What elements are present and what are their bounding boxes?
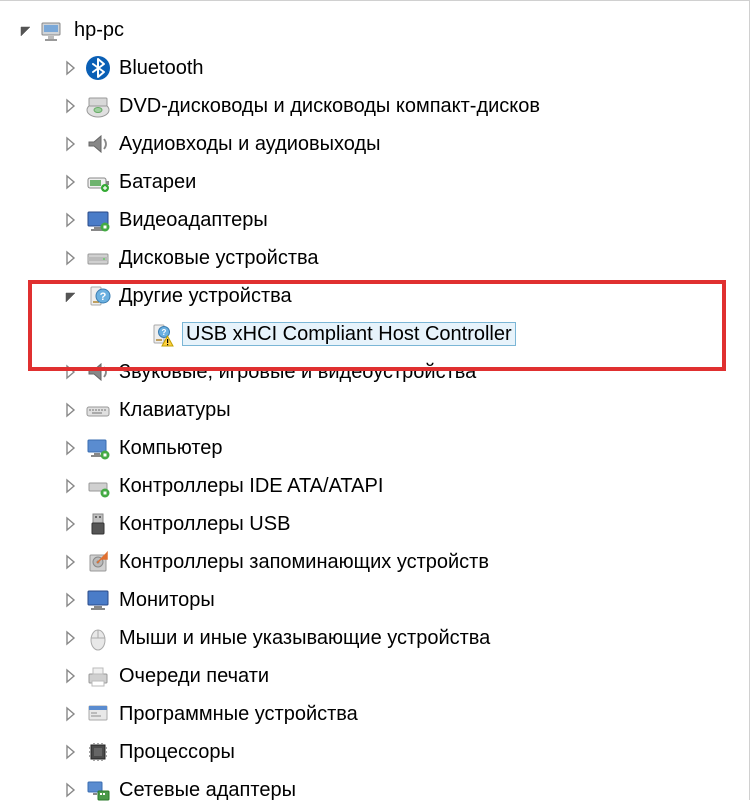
category-network-adapters[interactable]: Сетевые адаптеры [8, 771, 749, 809]
mouse-icon [85, 625, 111, 651]
tree-root-label: hp-pc [74, 20, 124, 40]
storage-controller-icon [85, 549, 111, 575]
category-keyboards[interactable]: Клавиатуры [8, 391, 749, 429]
category-processors[interactable]: Процессоры [8, 733, 749, 771]
expander-collapsed-icon[interactable] [63, 136, 79, 152]
category-bluetooth[interactable]: Bluetooth [8, 49, 749, 87]
device-tree: hp-pc Bluetooth DVD-дисководы и дисковод… [0, 11, 749, 809]
category-label: Программные устройства [119, 704, 358, 724]
category-dvd-drives[interactable]: DVD-дисководы и дисководы компакт-дисков [8, 87, 749, 125]
expander-collapsed-icon[interactable] [63, 98, 79, 114]
software-device-icon [85, 701, 111, 727]
expander-collapsed-icon[interactable] [63, 212, 79, 228]
category-usb-controllers[interactable]: Контроллеры USB [8, 505, 749, 543]
device-usb-xhci[interactable]: USB xHCI Compliant Host Controller [8, 315, 749, 353]
display-adapter-icon [85, 207, 111, 233]
category-monitors[interactable]: Мониторы [8, 581, 749, 619]
category-batteries[interactable]: Батареи [8, 163, 749, 201]
monitor-icon [85, 587, 111, 613]
category-label: Процессоры [119, 742, 235, 762]
expander-collapsed-icon[interactable] [63, 782, 79, 798]
cpu-icon [85, 739, 111, 765]
expander-collapsed-icon[interactable] [63, 706, 79, 722]
category-label: Видеоадаптеры [119, 210, 268, 230]
category-computer[interactable]: Компьютер [8, 429, 749, 467]
battery-icon [85, 169, 111, 195]
computer-icon [85, 435, 111, 461]
category-print-queues[interactable]: Очереди печати [8, 657, 749, 695]
expander-collapsed-icon[interactable] [63, 402, 79, 418]
expander-collapsed-icon[interactable] [63, 668, 79, 684]
speaker-icon [85, 131, 111, 157]
expander-collapsed-icon[interactable] [63, 592, 79, 608]
category-display-adapters[interactable]: Видеоадаптеры [8, 201, 749, 239]
network-adapter-icon [85, 777, 111, 803]
keyboard-icon [85, 397, 111, 423]
category-label: Сетевые адаптеры [119, 780, 296, 800]
category-label: Контроллеры запоминающих устройств [119, 552, 489, 572]
expander-collapsed-icon[interactable] [63, 630, 79, 646]
expander-collapsed-icon[interactable] [63, 250, 79, 266]
category-label: Мониторы [119, 590, 215, 610]
category-disk-drives[interactable]: Дисковые устройства [8, 239, 749, 277]
expander-collapsed-icon[interactable] [63, 554, 79, 570]
category-ide-controllers[interactable]: Контроллеры IDE ATA/ATAPI [8, 467, 749, 505]
category-label: Другие устройства [119, 286, 292, 306]
bluetooth-icon [85, 55, 111, 81]
category-audio-io[interactable]: Аудиовходы и аудиовыходы [8, 125, 749, 163]
category-label: Компьютер [119, 438, 223, 458]
category-storage-controllers[interactable]: Контроллеры запоминающих устройств [8, 543, 749, 581]
category-sound-video-game[interactable]: Звуковые, игровые и видеоустройства [8, 353, 749, 391]
category-label: DVD-дисководы и дисководы компакт-дисков [119, 96, 540, 116]
printer-icon [85, 663, 111, 689]
unknown-device-icon [85, 283, 111, 309]
category-label: Клавиатуры [119, 400, 231, 420]
device-label: USB xHCI Compliant Host Controller [182, 322, 516, 346]
expander-collapsed-icon[interactable] [63, 440, 79, 456]
usb-icon [85, 511, 111, 537]
expander-collapsed-icon[interactable] [63, 364, 79, 380]
disk-drive-icon [85, 245, 111, 271]
category-label: Bluetooth [119, 58, 204, 78]
expander-collapsed-icon[interactable] [63, 478, 79, 494]
speaker-icon [85, 359, 111, 385]
category-label: Звуковые, игровые и видеоустройства [119, 362, 476, 382]
category-label: Мыши и иные указывающие устройства [119, 628, 490, 648]
ide-controller-icon [85, 473, 111, 499]
expander-collapsed-icon[interactable] [63, 60, 79, 76]
category-label: Контроллеры USB [119, 514, 290, 534]
unknown-device-warning-icon [148, 321, 174, 347]
dvd-drive-icon [85, 93, 111, 119]
category-label: Контроллеры IDE ATA/ATAPI [119, 476, 383, 496]
category-label: Батареи [119, 172, 196, 192]
expander-expanded-icon[interactable] [63, 288, 79, 304]
expander-collapsed-icon[interactable] [63, 516, 79, 532]
category-label: Аудиовходы и аудиовыходы [119, 134, 381, 154]
category-software-devices[interactable]: Программные устройства [8, 695, 749, 733]
category-label: Дисковые устройства [119, 248, 319, 268]
expander-collapsed-icon[interactable] [63, 744, 79, 760]
category-other-devices[interactable]: Другие устройства [8, 277, 749, 315]
expander-collapsed-icon[interactable] [63, 174, 79, 190]
tree-root[interactable]: hp-pc [8, 11, 749, 49]
expander-expanded-icon[interactable] [18, 22, 34, 38]
category-label: Очереди печати [119, 666, 269, 686]
category-mice[interactable]: Мыши и иные указывающие устройства [8, 619, 749, 657]
computer-icon [40, 17, 66, 43]
